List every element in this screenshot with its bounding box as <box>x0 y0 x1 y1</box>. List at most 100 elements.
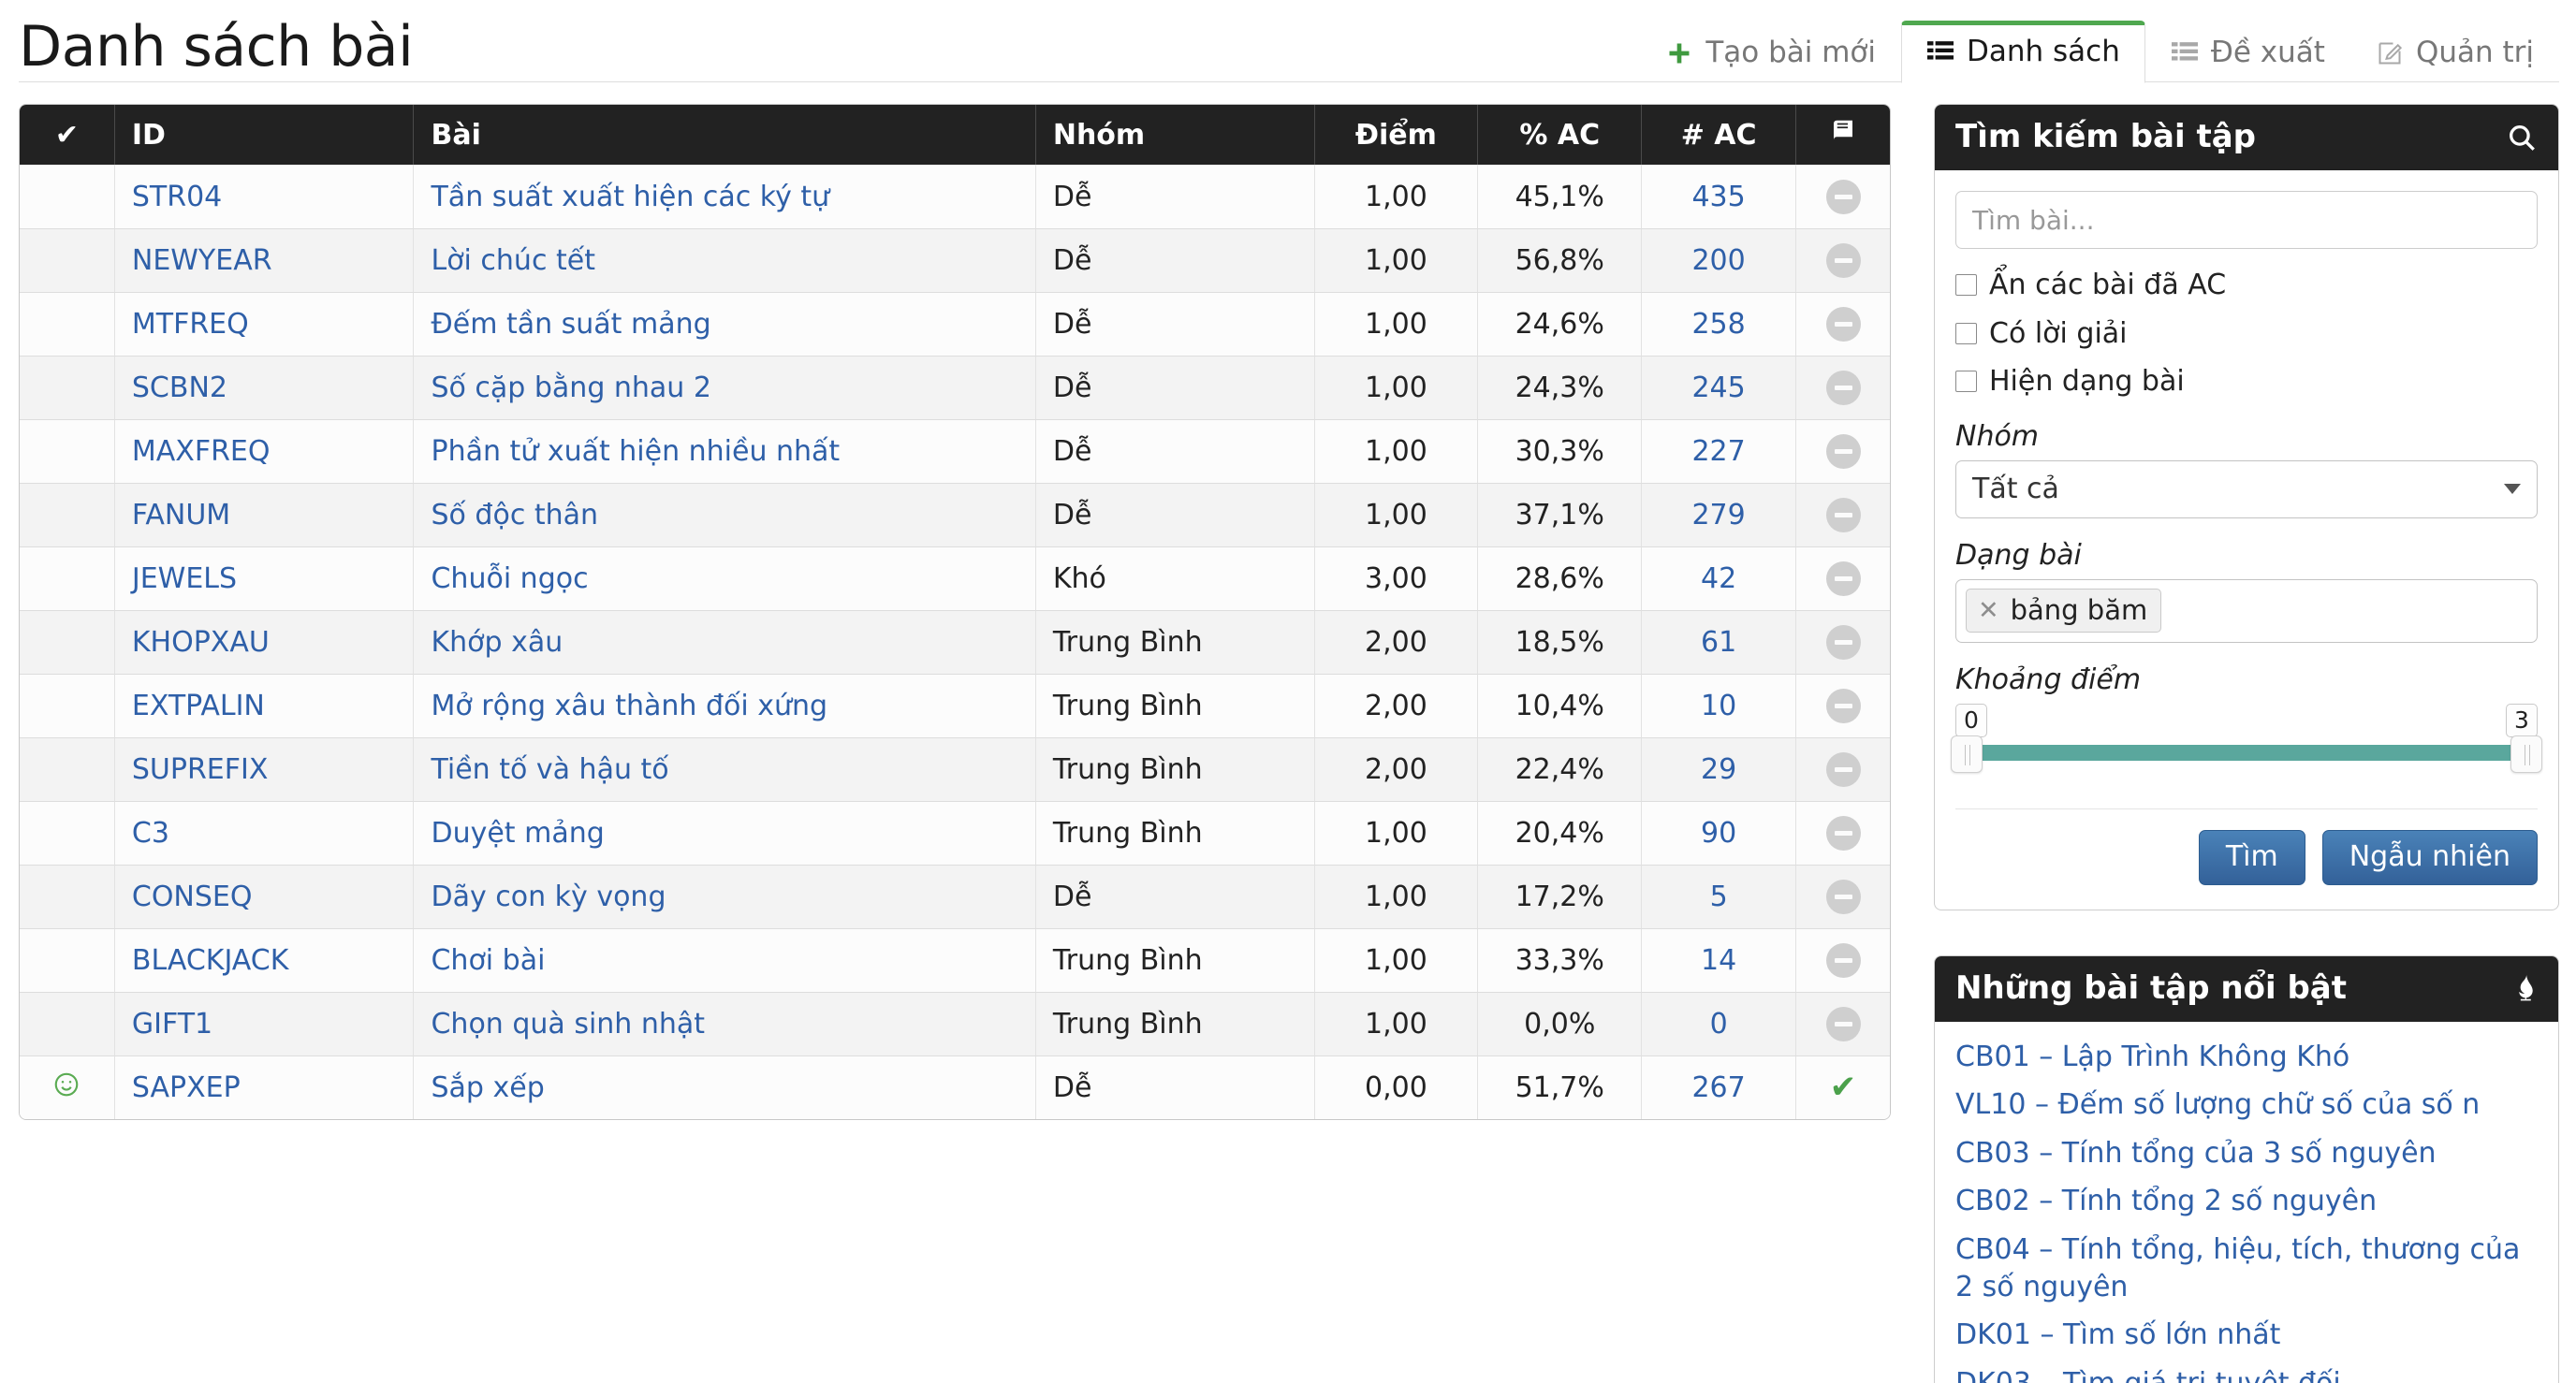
col-header-id[interactable]: ID <box>114 105 415 165</box>
cell-ac-status <box>1796 165 1890 228</box>
num-ac-link[interactable]: 245 <box>1691 371 1745 404</box>
slider-handle-max[interactable] <box>2510 735 2542 773</box>
num-ac-link[interactable]: 0 <box>1710 1008 1728 1041</box>
type-tag-input[interactable]: ✕ bảng băm <box>1955 578 2538 643</box>
problem-title-link[interactable]: Mở rộng xâu thành đối xứng <box>431 690 827 722</box>
score-range-slider[interactable]: 0 3 <box>1951 703 2542 784</box>
table-row: NEWYEAR Lời chúc tết Dễ 1,00 56,8% 200 <box>20 228 1890 292</box>
checkbox-show-type[interactable]: Hiện dạng bài <box>1955 364 2538 400</box>
num-ac-link[interactable]: 200 <box>1691 244 1745 277</box>
search-input[interactable] <box>1955 191 2538 250</box>
problem-id-link[interactable]: MAXFREQ <box>132 435 271 468</box>
problem-id-link[interactable]: NEWYEAR <box>132 244 272 277</box>
highlight-item[interactable]: CB02 – Tính tổng 2 số nguyên <box>1955 1183 2538 1220</box>
search-icon[interactable] <box>2506 122 2538 153</box>
num-ac-link[interactable]: 267 <box>1691 1071 1745 1104</box>
problem-title-link[interactable]: Duyệt mảng <box>431 817 604 850</box>
slider-track[interactable] <box>1955 744 2538 761</box>
col-header-title[interactable]: Bài <box>414 105 1036 165</box>
random-button[interactable]: Ngẫu nhiên <box>2321 829 2538 885</box>
body-container: ✔ ID Bài Nhóm Điểm % AC # AC STR04 Tần s… <box>0 82 2576 1383</box>
problem-title-link[interactable]: Chơi bài <box>431 944 545 977</box>
num-ac-link[interactable]: 227 <box>1691 435 1745 468</box>
num-ac-link[interactable]: 42 <box>1701 562 1736 595</box>
problem-id-link[interactable]: STR04 <box>132 181 222 213</box>
cell-ac-status <box>1796 228 1890 292</box>
tab-quan-tri[interactable]: Quản trị <box>2350 22 2559 83</box>
checkbox-box[interactable] <box>1955 371 1977 393</box>
highlight-item[interactable]: DK01 – Tìm số lớn nhất <box>1955 1317 2538 1354</box>
problem-title-link[interactable]: Khớp xâu <box>431 626 563 659</box>
problem-id-link[interactable]: SAPXEP <box>132 1071 241 1104</box>
tab-de-xuat[interactable]: Đề xuất <box>2145 22 2350 83</box>
problem-id-link[interactable]: SCBN2 <box>132 371 227 404</box>
num-ac-link[interactable]: 29 <box>1701 753 1736 786</box>
list-icon <box>1926 38 1954 66</box>
col-header-pct-ac[interactable]: % AC <box>1478 105 1643 165</box>
cell-id: CONSEQ <box>114 865 415 928</box>
cell-group: Trung Bình <box>1035 928 1315 992</box>
highlight-item[interactable]: DK03 – Tìm giá trị tuyệt đối <box>1955 1365 2538 1383</box>
cell-points: 1,00 <box>1314 865 1479 928</box>
col-header-points[interactable]: Điểm <box>1314 105 1479 165</box>
checkbox-box[interactable] <box>1955 274 1977 297</box>
problem-title-link[interactable]: Tiền tố và hậu tố <box>431 753 668 786</box>
highlight-item[interactable]: CB03 – Tính tổng của 3 số nguyên <box>1955 1135 2538 1172</box>
tab-danh-sach[interactable]: Danh sách <box>1900 21 2145 83</box>
num-ac-link[interactable]: 90 <box>1701 817 1736 850</box>
problem-id-link[interactable]: GIFT1 <box>132 1008 212 1041</box>
col-header-group[interactable]: Nhóm <box>1035 105 1315 165</box>
type-tag[interactable]: ✕ bảng băm <box>1966 589 2162 633</box>
col-header-num-ac[interactable]: # AC <box>1642 105 1797 165</box>
num-ac-link[interactable]: 279 <box>1691 499 1745 531</box>
cell-id: MTFREQ <box>114 292 415 356</box>
num-ac-link[interactable]: 435 <box>1691 181 1745 213</box>
problem-id-link[interactable]: CONSEQ <box>132 881 253 913</box>
tab-label: Quản trị <box>2415 36 2534 69</box>
cell-num-ac: 245 <box>1642 356 1797 419</box>
checkbox-box[interactable] <box>1955 322 1977 344</box>
problem-title-link[interactable]: Đếm tần suất mảng <box>431 308 710 341</box>
problem-id-link[interactable]: SUPREFIX <box>132 753 269 786</box>
problem-id-link[interactable]: KHOPXAU <box>132 626 270 659</box>
group-select[interactable]: Tất cả <box>1955 459 2538 518</box>
num-ac-link[interactable]: 10 <box>1701 690 1736 722</box>
problem-title-link[interactable]: Phần tử xuất hiện nhiều nhất <box>431 435 840 468</box>
problem-id-link[interactable]: JEWELS <box>132 562 237 595</box>
highlight-item[interactable]: CB04 – Tính tổng, hiệu, tích, thương của… <box>1955 1231 2538 1305</box>
problem-title-link[interactable]: Dãy con kỳ vọng <box>431 881 666 913</box>
close-icon[interactable]: ✕ <box>1978 596 1999 625</box>
num-ac-link[interactable]: 14 <box>1701 944 1736 977</box>
chevron-down-icon <box>2504 484 2521 495</box>
highlight-item[interactable]: CB01 – Lập Trình Không Khó <box>1955 1039 2538 1076</box>
problem-title-link[interactable]: Số độc thân <box>431 499 598 531</box>
num-ac-link[interactable]: 61 <box>1701 626 1736 659</box>
num-ac-link[interactable]: 5 <box>1710 881 1728 913</box>
col-header-status[interactable]: ✔ <box>20 105 115 165</box>
tab-tao-bai-moi[interactable]: Tạo bài mới <box>1640 22 1901 83</box>
problem-title-link[interactable]: Chọn quà sinh nhật <box>431 1008 705 1041</box>
problem-id-link[interactable]: C3 <box>132 817 169 850</box>
problem-id-link[interactable]: FANUM <box>132 499 230 531</box>
cell-group: Dễ <box>1035 228 1315 292</box>
problem-id-link[interactable]: MTFREQ <box>132 308 249 341</box>
problem-title-link[interactable]: Lời chúc tết <box>431 244 594 277</box>
cell-points: 1,00 <box>1314 992 1479 1055</box>
problem-title-link[interactable]: Số cặp bằng nhau 2 <box>431 371 710 404</box>
col-header-book[interactable] <box>1796 105 1890 165</box>
problem-title-link[interactable]: Chuỗi ngọc <box>431 562 588 595</box>
problem-id-link[interactable]: EXTPALIN <box>132 690 265 722</box>
problem-title-link[interactable]: Tần suất xuất hiện các ký tự <box>431 181 829 213</box>
cell-pct-ac: 10,4% <box>1478 674 1643 737</box>
problem-id-link[interactable]: BLACKJACK <box>132 944 289 977</box>
problem-title-link[interactable]: Sắp xếp <box>431 1071 544 1104</box>
checkbox-has-solution[interactable]: Có lời giải <box>1955 316 2538 352</box>
num-ac-link[interactable]: 258 <box>1691 308 1745 341</box>
search-actions: Tìm Ngẫu nhiên <box>1955 808 2538 885</box>
search-button[interactable]: Tìm <box>2198 829 2305 885</box>
cell-id: FANUM <box>114 483 415 546</box>
slider-handle-min[interactable] <box>1951 735 1983 773</box>
checkbox-hide-ac[interactable]: Ẩn các bài đã AC <box>1955 268 2538 303</box>
highlight-item[interactable]: VL10 – Đếm số lượng chữ số của số n <box>1955 1086 2538 1124</box>
cell-title: Số độc thân <box>414 483 1036 546</box>
